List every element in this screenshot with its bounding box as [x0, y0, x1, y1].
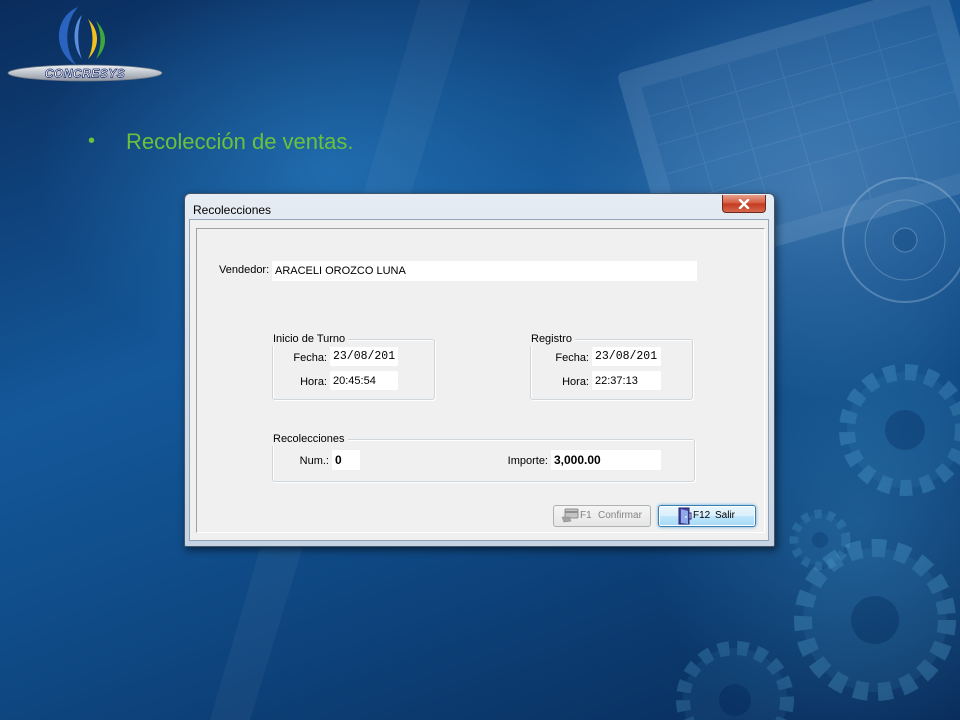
- vendedor-field[interactable]: [272, 261, 697, 281]
- recolecciones-window: Recolecciones Vendedor: Inicio de Turno …: [184, 193, 775, 547]
- gear-large: [839, 364, 960, 496]
- registro-fecha-label: Fecha:: [555, 352, 589, 364]
- exit-door-icon: [678, 507, 692, 525]
- window-title: Recolecciones: [193, 203, 272, 217]
- inicio-fecha-field[interactable]: [330, 347, 398, 366]
- registro-group: Registro Fecha: Hora:: [530, 332, 693, 400]
- num-field[interactable]: [332, 450, 360, 470]
- registro-legend: Registro: [530, 332, 575, 346]
- num-label: Num.:: [299, 455, 329, 467]
- gear-bottom: [676, 641, 794, 720]
- gear-bottom-right: [794, 539, 956, 701]
- registro-hora-label: Hora:: [562, 376, 589, 388]
- inicio-turno-group: Inicio de Turno Fecha: Hora:: [272, 332, 435, 400]
- recolecciones-legend: Recolecciones: [272, 432, 348, 446]
- inicio-hora-field[interactable]: [330, 371, 398, 390]
- logo-blue-inner: [74, 15, 82, 59]
- vendedor-label: Vendedor:: [219, 264, 270, 276]
- gear-small: [789, 509, 851, 571]
- importe-field[interactable]: [551, 450, 661, 470]
- form-panel: Vendedor: Inicio de Turno Fecha: Hora: R…: [196, 228, 765, 533]
- inicio-fecha-label: Fecha:: [293, 352, 327, 364]
- inicio-turno-legend: Inicio de Turno: [272, 332, 349, 346]
- importe-label: Importe:: [507, 455, 548, 467]
- registro-fecha-field[interactable]: [592, 347, 661, 366]
- close-icon: [738, 198, 750, 209]
- confirm-key: F1: [580, 510, 592, 521]
- client-area: Vendedor: Inicio de Turno Fecha: Hora: R…: [189, 219, 769, 541]
- card-icon: [562, 508, 579, 523]
- exit-label: Salir: [715, 510, 736, 521]
- exit-button[interactable]: F12 Salir: [658, 505, 756, 527]
- confirm-button[interactable]: F1 Confirmar: [553, 505, 651, 527]
- confirm-label: Confirmar: [598, 510, 642, 521]
- heading-bullet: •: [88, 130, 96, 152]
- inicio-hora-label: Hora:: [300, 376, 327, 388]
- concresys-logo: CONCRESYS: [7, 7, 163, 82]
- title-bar[interactable]: Recolecciones: [185, 194, 774, 219]
- logo-text: CONCRESYS: [45, 67, 126, 81]
- exit-key: F12: [693, 510, 711, 521]
- recolecciones-group: Recolecciones Num.: Importe:: [272, 432, 695, 482]
- logo-yellow-arc: [88, 19, 97, 59]
- logo-green-arc: [96, 21, 105, 59]
- registro-hora-field[interactable]: [592, 371, 661, 390]
- close-button[interactable]: [722, 195, 766, 213]
- slide-heading: Recolección de ventas.: [126, 129, 354, 154]
